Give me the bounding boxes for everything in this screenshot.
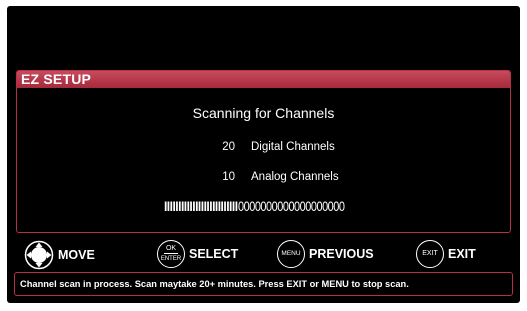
menu-icon-text: MENU bbox=[281, 250, 301, 257]
panel-title: EZ SETUP bbox=[17, 71, 510, 88]
dpad-icon bbox=[24, 240, 54, 270]
digital-channel-label: Digital Channels bbox=[251, 141, 335, 153]
remote-legend: MOVE OK ENTER SELECT MENU PREVIOUS EXIT … bbox=[7, 233, 520, 273]
ok-enter-icon: OK ENTER bbox=[157, 240, 185, 268]
legend-previous-label: PREVIOUS bbox=[309, 247, 374, 261]
menu-button-icon: MENU bbox=[277, 240, 305, 268]
progress-empty: 0000000000000000000 bbox=[237, 198, 345, 214]
exit-icon-text: EXIT bbox=[422, 250, 438, 257]
progress-filled: IIIIIIIIIIIIIIIIIIIIIIIIII bbox=[164, 198, 238, 214]
legend-exit: EXIT EXIT bbox=[416, 240, 476, 268]
scan-progress-bar: IIIIIIIIIIIIIIIIIIIIIIIIII00000000000000… bbox=[17, 197, 510, 215]
legend-previous: MENU PREVIOUS bbox=[277, 240, 374, 268]
ez-setup-panel: EZ SETUP Scanning for Channels 20 Digita… bbox=[16, 70, 511, 233]
legend-move: MOVE bbox=[24, 240, 95, 270]
exit-button-icon: EXIT bbox=[416, 240, 444, 268]
status-message: Channel scan in process. Scan maytake 20… bbox=[14, 272, 513, 296]
scan-heading: Scanning for Channels bbox=[192, 105, 335, 121]
enter-icon-text: ENTER bbox=[160, 256, 182, 262]
legend-select-label: SELECT bbox=[189, 247, 239, 261]
digital-channel-count: 20 bbox=[222, 141, 235, 153]
tv-screen: EZ SETUP Scanning for Channels 20 Digita… bbox=[7, 6, 520, 303]
ok-icon-text: OK bbox=[164, 245, 178, 254]
legend-move-label: MOVE bbox=[58, 248, 95, 262]
legend-exit-label: EXIT bbox=[448, 247, 476, 261]
analog-channel-label: Analog Channels bbox=[251, 171, 339, 183]
analog-channel-count: 10 bbox=[222, 171, 235, 183]
legend-select: OK ENTER SELECT bbox=[157, 240, 238, 268]
